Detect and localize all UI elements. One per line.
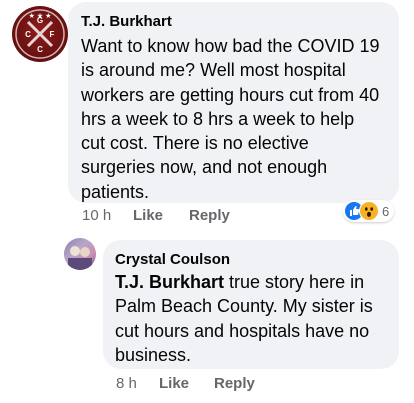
svg-text:G: G [37,16,43,25]
wow-icon [359,201,379,221]
svg-text:C: C [37,45,43,54]
reply-reply-button[interactable]: Reply [214,375,255,392]
group-logo-icon: ★ ★ ★ G C F C [15,9,65,59]
reply-text: T.J. Burkhart true story here in Palm Be… [115,270,395,367]
comment-author[interactable]: T.J. Burkhart [81,13,172,30]
reply-avatar[interactable] [64,238,96,270]
comment-timestamp[interactable]: 10 h [82,207,111,224]
avatar[interactable]: ★ ★ ★ G C F C [12,6,68,62]
mention-link[interactable]: T.J. Burkhart [115,272,224,292]
reply-button[interactable]: Reply [189,207,230,224]
reaction-summary[interactable]: 6 [343,200,395,222]
like-button[interactable]: Like [133,207,163,224]
reply-author[interactable]: Crystal Coulson [115,251,230,268]
reply-timestamp[interactable]: 8 h [116,375,137,392]
reply-like-button[interactable]: Like [159,375,189,392]
svg-text:C: C [25,30,31,39]
comment-text: Want to know how bad the COVID 19 is aro… [81,36,380,202]
profile-photo-icon [68,246,92,270]
reaction-count: 6 [382,203,390,219]
svg-text:F: F [50,30,55,39]
